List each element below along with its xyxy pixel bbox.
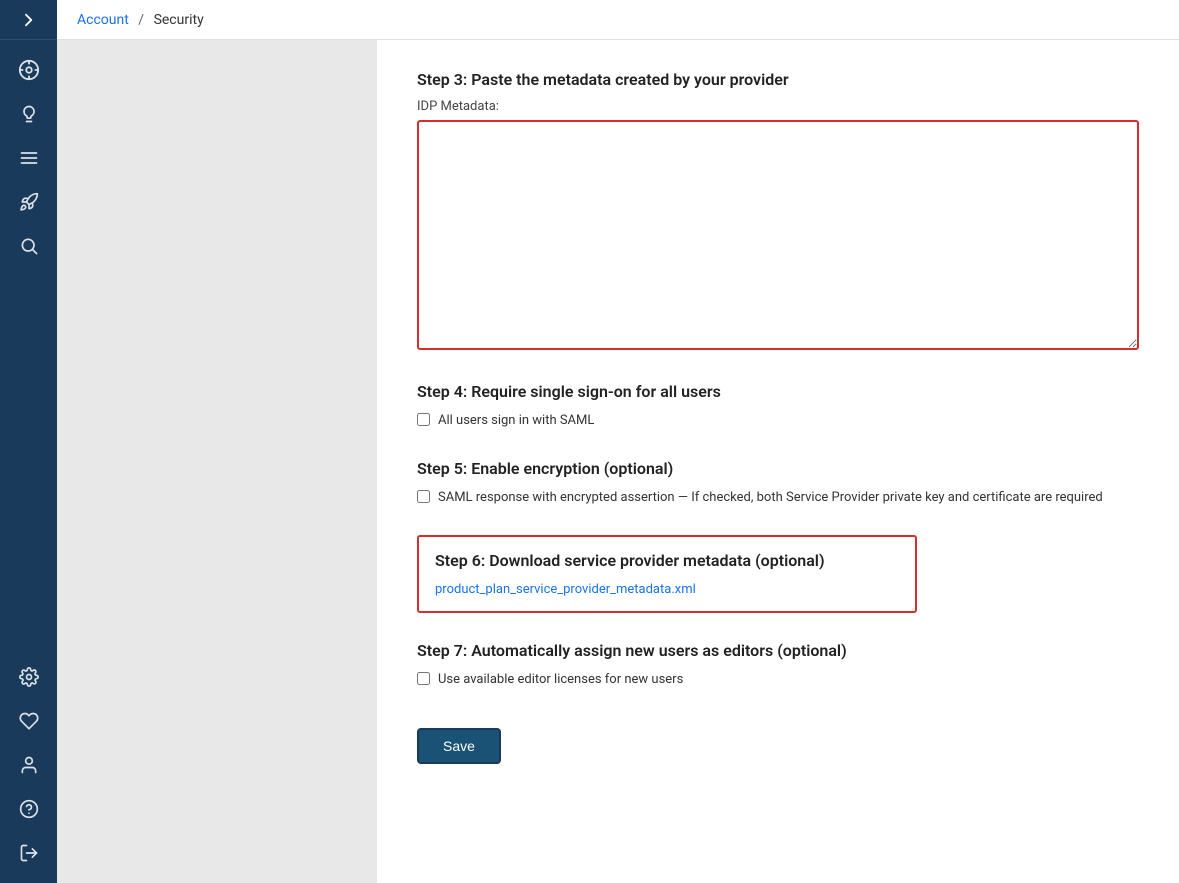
step6-box: Step 6: Download service provider metada… (417, 535, 917, 613)
encryption-checkbox[interactable] (417, 490, 430, 503)
step7-checkbox-row: Use available editor licenses for new us… (417, 670, 1139, 690)
search-icon[interactable] (0, 224, 57, 268)
encryption-label[interactable]: SAML response with encrypted assertion —… (438, 488, 1103, 508)
sidebar-toggle-button[interactable] (0, 0, 57, 40)
list-icon[interactable] (0, 136, 57, 180)
rocket-icon[interactable] (0, 180, 57, 224)
step5-section: Step 5: Enable encryption (optional) SAM… (417, 459, 1139, 508)
header: Account / Security (57, 0, 1179, 40)
breadcrumb-separator: / (138, 12, 144, 28)
step5-title: Step 5: Enable encryption (optional) (417, 459, 1139, 478)
main-area: Account / Security Step 3: Paste the met… (57, 0, 1179, 883)
save-button[interactable]: Save (417, 728, 501, 764)
breadcrumb: Account / Security (77, 12, 204, 28)
logout-icon[interactable] (0, 831, 57, 875)
idp-metadata-label: IDP Metadata: (417, 99, 1139, 114)
step6-section: Step 6: Download service provider metada… (417, 535, 1139, 613)
content-area: Step 3: Paste the metadata created by yo… (57, 40, 1179, 883)
plugin-icon[interactable] (0, 699, 57, 743)
breadcrumb-account-link[interactable]: Account (77, 12, 129, 28)
idp-metadata-textarea[interactable] (417, 120, 1139, 350)
sidebar (0, 0, 57, 883)
step3-section: Step 3: Paste the metadata created by yo… (417, 70, 1139, 354)
dashboard-icon[interactable] (0, 48, 57, 92)
saml-signin-checkbox[interactable] (417, 413, 430, 426)
lightbulb-icon[interactable] (0, 92, 57, 136)
step4-title: Step 4: Require single sign-on for all u… (417, 382, 1139, 401)
right-panel: Step 3: Paste the metadata created by yo… (377, 40, 1179, 883)
left-panel (57, 40, 377, 883)
settings-icon[interactable] (0, 655, 57, 699)
editor-licenses-checkbox[interactable] (417, 672, 430, 685)
help-icon[interactable] (0, 787, 57, 831)
user-icon[interactable] (0, 743, 57, 787)
step6-title: Step 6: Download service provider metada… (435, 551, 899, 570)
step5-checkbox-row: SAML response with encrypted assertion —… (417, 488, 1139, 508)
step7-title: Step 7: Automatically assign new users a… (417, 641, 1139, 660)
step7-section: Step 7: Automatically assign new users a… (417, 641, 1139, 690)
step4-checkbox-row: All users sign in with SAML (417, 411, 1139, 431)
saml-signin-label[interactable]: All users sign in with SAML (438, 411, 594, 431)
breadcrumb-current: Security (154, 12, 204, 28)
step3-title: Step 3: Paste the metadata created by yo… (417, 70, 1139, 89)
step4-section: Step 4: Require single sign-on for all u… (417, 382, 1139, 431)
save-section: Save (417, 718, 1139, 764)
editor-licenses-label[interactable]: Use available editor licenses for new us… (438, 670, 683, 690)
metadata-download-link[interactable]: product_plan_service_provider_metadata.x… (435, 582, 696, 597)
